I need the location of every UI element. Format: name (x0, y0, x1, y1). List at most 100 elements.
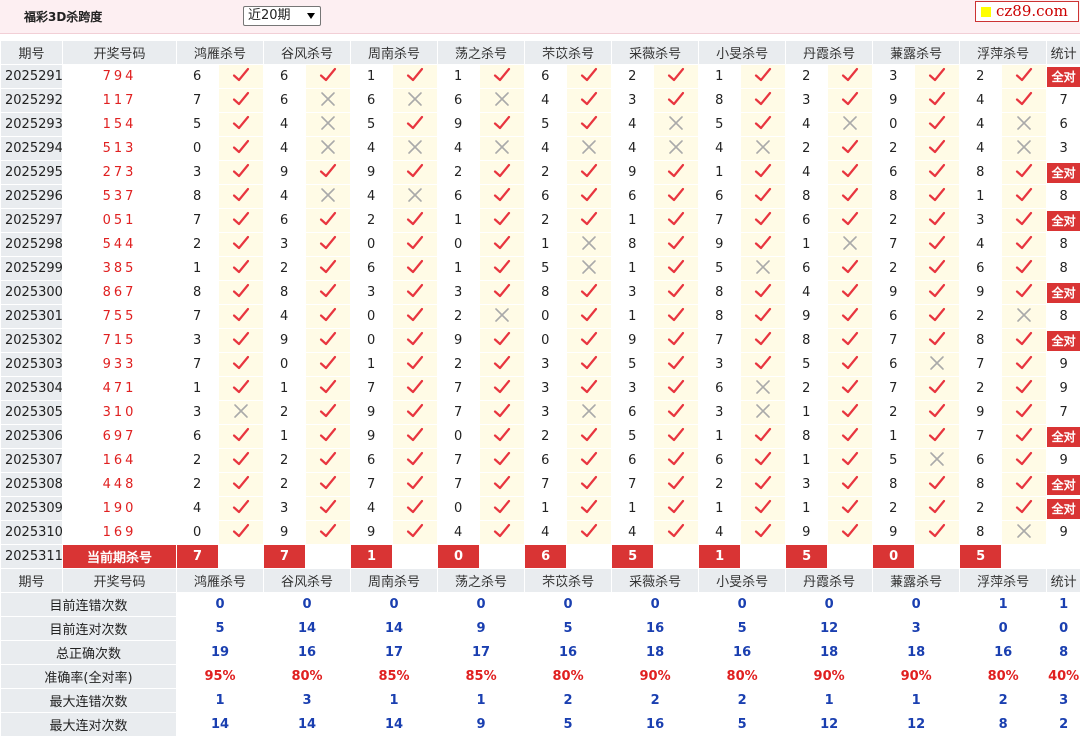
check-icon (493, 186, 511, 204)
result-cell (393, 89, 438, 113)
result-cell (567, 425, 612, 449)
summary-value-cell: 2 (960, 689, 1047, 713)
kill-number-cell: 6 (264, 209, 306, 233)
result-cell (654, 209, 699, 233)
check-icon (667, 378, 685, 396)
issue-cell: 2025297 (1, 209, 63, 233)
current-empty-cell (828, 545, 873, 569)
kill-number-cell: 4 (960, 89, 1002, 113)
check-icon (928, 402, 946, 420)
result-cell (1002, 185, 1047, 209)
check-icon (319, 66, 337, 84)
result-cell (915, 305, 960, 329)
cross-icon (580, 138, 598, 156)
result-cell (915, 89, 960, 113)
cross-icon (1015, 114, 1033, 132)
summary-value-cell: 90% (786, 665, 873, 689)
result-cell (828, 449, 873, 473)
stat-cell: 9 (1047, 377, 1080, 401)
check-icon (406, 258, 424, 276)
kill-number-cell: 7 (960, 425, 1002, 449)
check-icon (1015, 474, 1033, 492)
result-cell (306, 65, 351, 89)
kill-number-cell: 5 (177, 113, 219, 137)
kill-number-cell: 9 (960, 401, 1002, 425)
result-cell (828, 209, 873, 233)
kill-number-cell: 1 (438, 65, 480, 89)
summary-value-cell: 14 (351, 617, 438, 641)
check-icon (928, 186, 946, 204)
table-row: 202530716422676661569 (1, 449, 1080, 473)
kill-number-cell: 5 (525, 257, 567, 281)
kill-number-cell: 1 (438, 257, 480, 281)
check-icon (841, 378, 859, 396)
check-icon (667, 354, 685, 372)
kill-number-cell: 1 (438, 209, 480, 233)
kill-number-cell: 1 (786, 497, 828, 521)
all-correct-badge: 全对 (1047, 211, 1080, 231)
current-empty-cell (1002, 545, 1047, 569)
result-cell (567, 89, 612, 113)
check-icon (319, 234, 337, 252)
result-cell (741, 449, 786, 473)
result-cell (828, 65, 873, 89)
result-cell (567, 449, 612, 473)
result-cell (741, 137, 786, 161)
column-header-expert: 小旻杀号 (699, 41, 786, 65)
table-row: 202529211776664383947 (1, 89, 1080, 113)
summary-label-cell: 目前连错次数 (1, 593, 177, 617)
check-icon (667, 402, 685, 420)
kill-number-cell: 6 (264, 89, 306, 113)
period-select[interactable]: 近20期 (243, 6, 321, 26)
check-icon (841, 498, 859, 516)
kill-number-cell: 0 (264, 353, 306, 377)
check-icon (493, 378, 511, 396)
kill-number-cell: 2 (612, 65, 654, 89)
issue-cell: 2025310 (1, 521, 63, 545)
check-icon (580, 186, 598, 204)
check-icon (232, 162, 250, 180)
check-icon (928, 138, 946, 156)
issue-cell: 2025296 (1, 185, 63, 209)
result-cell (1002, 401, 1047, 425)
check-icon (580, 114, 598, 132)
check-icon (493, 354, 511, 372)
check-icon (754, 162, 772, 180)
kill-number-cell: 9 (351, 425, 393, 449)
result-cell (654, 65, 699, 89)
cross-icon (319, 90, 337, 108)
stat-cell: 8 (1047, 233, 1080, 257)
result-cell (219, 161, 264, 185)
kill-number-cell: 2 (177, 473, 219, 497)
draw-number-cell: 715 (63, 329, 177, 353)
kill-number-cell: 2 (264, 473, 306, 497)
cross-icon (493, 90, 511, 108)
kill-number-cell: 6 (525, 65, 567, 89)
summary-value-cell: 1 (351, 689, 438, 713)
kill-number-cell: 4 (786, 281, 828, 305)
result-cell (915, 65, 960, 89)
check-icon (754, 450, 772, 468)
check-icon (319, 522, 337, 540)
result-cell (306, 401, 351, 425)
summary-value-cell: 2 (525, 689, 612, 713)
site-logo[interactable]: cz89.com (975, 1, 1079, 22)
check-icon (754, 426, 772, 444)
kill-number-cell: 8 (699, 281, 741, 305)
check-icon (493, 162, 511, 180)
kill-number-cell: 7 (177, 353, 219, 377)
check-icon (580, 354, 598, 372)
kill-number-cell: 3 (177, 401, 219, 425)
check-icon (928, 330, 946, 348)
kill-number-cell: 5 (786, 353, 828, 377)
kill-number-cell: 4 (264, 137, 306, 161)
check-icon (580, 522, 598, 540)
check-icon (232, 330, 250, 348)
kill-number-cell: 1 (612, 209, 654, 233)
top-bar: 福彩3D杀跨度 近20期 cz89.com (0, 0, 1080, 34)
kill-number-cell: 9 (786, 305, 828, 329)
check-icon (580, 66, 598, 84)
kill-number-cell: 3 (177, 161, 219, 185)
result-cell (393, 233, 438, 257)
result-cell (654, 425, 699, 449)
